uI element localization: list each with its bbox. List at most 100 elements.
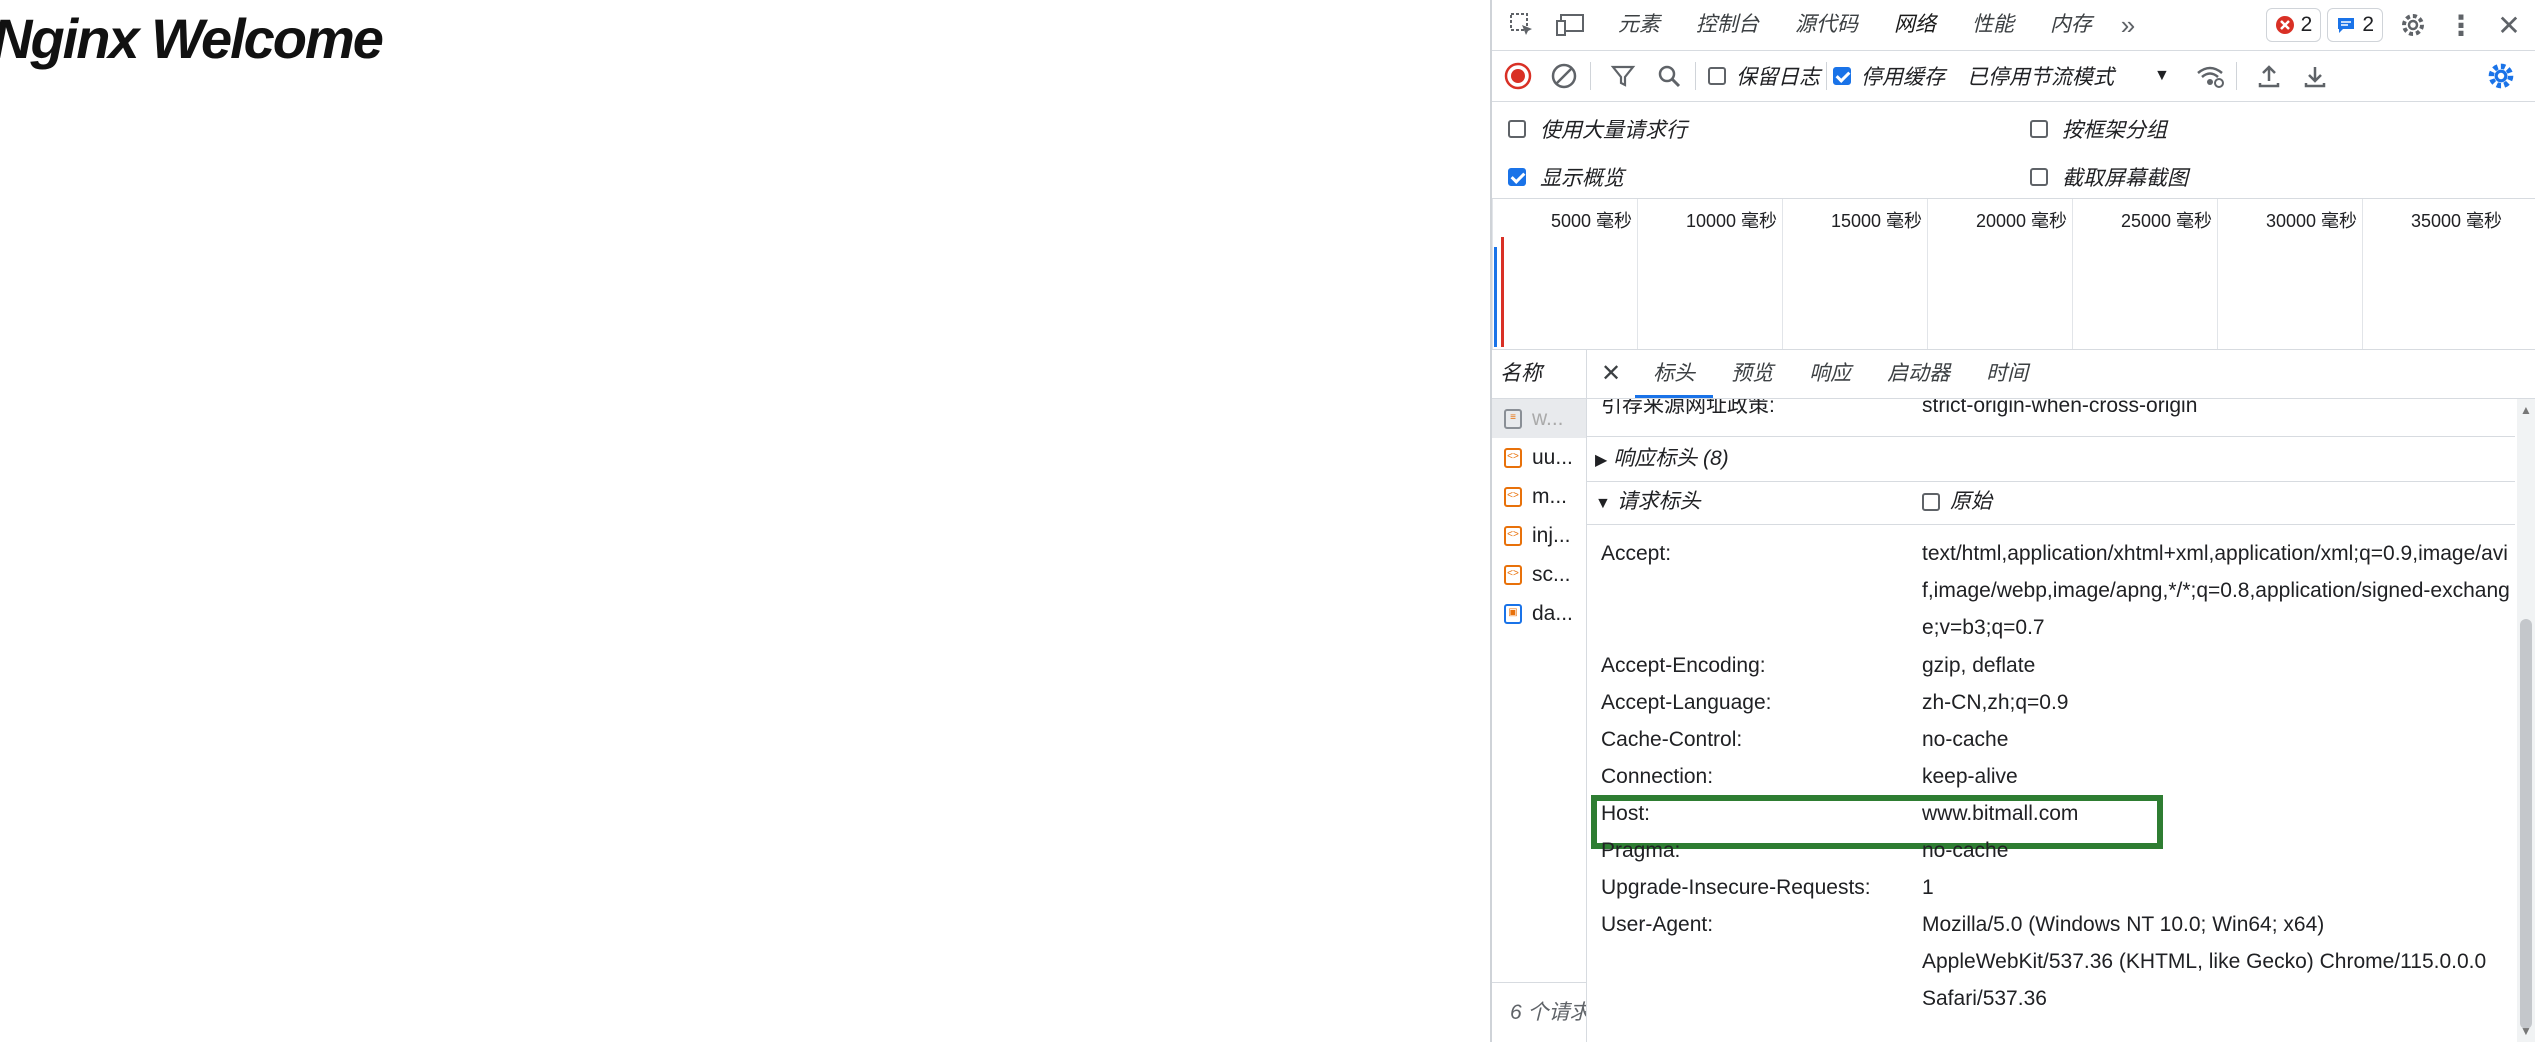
tab-memory[interactable]: 内存	[2032, 0, 2110, 50]
dropdown-arrow-icon: ▼	[2154, 67, 2170, 84]
search-icon[interactable]	[1649, 56, 1689, 96]
request-headers-section[interactable]: ▼ 请求标头 原始	[1587, 480, 2515, 525]
scroll-down-icon[interactable]: ▼	[2520, 1024, 2532, 1038]
devtools-panel: 元素 控制台 源代码 网络 性能 内存 » 2 2 ⋮ ✕ 保留日志 停用缓存 …	[1490, 0, 2535, 1042]
network-settings-gear-icon[interactable]	[2481, 56, 2521, 96]
preserve-log-box[interactable]	[1708, 67, 1726, 85]
more-options-icon[interactable]: ⋮	[2443, 7, 2479, 43]
large-rows-box[interactable]	[1508, 120, 1526, 138]
load-marker-red	[1501, 237, 1504, 347]
tab-timing[interactable]: 时间	[1968, 350, 2046, 398]
tab-performance[interactable]: 性能	[1954, 0, 2032, 50]
network-split-view: 名称 ≡ w... <> uu... <> m... <> inj... <> sc...…	[1492, 350, 2535, 1042]
tab-headers[interactable]: 标头	[1635, 350, 1714, 398]
header-value: gzip, deflate	[1922, 654, 2036, 677]
close-detail-icon[interactable]: ✕	[1587, 350, 1635, 398]
detail-scrollbar[interactable]: ▲ ▼	[2517, 399, 2535, 1042]
load-marker-blue	[1494, 247, 1497, 347]
request-row[interactable]: ▣ da...	[1492, 594, 1586, 633]
tab-elements[interactable]: 元素	[1600, 0, 1678, 50]
header-value: keep-alive	[1922, 765, 2018, 788]
header-row: Accept: text/html,application/xhtml+xml,…	[1601, 535, 2515, 646]
expanded-arrow-icon: ▼	[1595, 495, 1611, 512]
request-row[interactable]: <> sc...	[1492, 555, 1586, 594]
script-icon: <>	[1504, 486, 1522, 507]
device-toolbar-icon[interactable]	[1552, 7, 1588, 43]
script-icon: <>	[1504, 564, 1522, 585]
scrollbar-thumb[interactable]	[2520, 619, 2532, 1029]
header-key: Cache-Control:	[1601, 728, 1743, 751]
throttle-select[interactable]: 已停用节流模式 ▼	[1967, 61, 2170, 91]
show-overview-checkbox[interactable]: 显示概览	[1508, 162, 1624, 192]
raw-box[interactable]	[1922, 493, 1940, 511]
header-key: Accept-Encoding:	[1601, 654, 1766, 677]
network-conditions-icon[interactable]	[2190, 56, 2230, 96]
page-heading: Nginx Welcome	[0, 7, 384, 70]
header-key: Accept-Language:	[1601, 691, 1772, 714]
raw-checkbox[interactable]: 原始	[1922, 480, 1992, 524]
clear-icon[interactable]	[1544, 56, 1584, 96]
show-overview-box[interactable]	[1508, 168, 1526, 186]
web-page: Nginx Welcome	[0, 0, 1490, 1042]
scroll-up-icon[interactable]: ▲	[2520, 403, 2532, 417]
tab-response[interactable]: 响应	[1791, 350, 1869, 398]
capture-screenshots-box[interactable]	[2030, 168, 2048, 186]
network-overview[interactable]: 5000 毫秒 10000 毫秒 15000 毫秒 20000 毫秒 25000…	[1492, 199, 2535, 350]
tab-preview[interactable]: 预览	[1713, 350, 1791, 398]
disable-cache-box[interactable]	[1833, 67, 1851, 85]
large-rows-checkbox[interactable]: 使用大量请求行	[1508, 114, 1687, 144]
request-row[interactable]: <> m...	[1492, 477, 1586, 516]
import-har-icon[interactable]	[2249, 56, 2289, 96]
error-badge[interactable]: 2	[2265, 8, 2322, 42]
request-row[interactable]: <> inj...	[1492, 516, 1586, 555]
network-options: 使用大量请求行 按框架分组 显示概览 截取屏幕截图	[1492, 102, 2535, 199]
message-badge[interactable]: 2	[2327, 8, 2383, 42]
overview-tick: 20000 毫秒	[1927, 199, 2073, 349]
names-header[interactable]: 名称	[1492, 350, 1586, 399]
data-image-icon: ▣	[1504, 603, 1522, 624]
header-value: text/html,application/xhtml+xml,applicat…	[1922, 542, 2510, 639]
collapsed-arrow-icon: ▶	[1595, 452, 1608, 469]
network-toolbar: 保留日志 停用缓存 已停用节流模式 ▼	[1492, 51, 2535, 102]
document-icon: ≡	[1504, 408, 1522, 429]
group-by-frame-checkbox[interactable]: 按框架分组	[2030, 114, 2167, 144]
capture-screenshots-checkbox[interactable]: 截取屏幕截图	[2030, 162, 2188, 192]
tab-network[interactable]: 网络	[1876, 0, 1954, 50]
settings-gear-icon[interactable]	[2395, 7, 2431, 43]
header-value: no-cache	[1922, 839, 2009, 862]
request-detail: ✕ 标头 预览 响应 启动器 时间 引荐来源网址政策: strict-origi…	[1587, 350, 2535, 1042]
message-count: 2	[2362, 13, 2374, 36]
overview-tick: 5000 毫秒	[1492, 199, 1638, 349]
request-headers-label: 请求标头	[1616, 490, 1701, 513]
capture-screenshots-label: 截取屏幕截图	[2062, 167, 2188, 190]
response-headers-section[interactable]: ▶ 响应标头 (8)	[1587, 436, 2515, 482]
request-count-footer: 6 个请求	[1492, 982, 1586, 1042]
disable-cache-label: 停用缓存	[1861, 66, 1945, 89]
header-row: 引荐来源网址政策: strict-origin-when-cross-origi…	[1601, 399, 2515, 424]
filter-icon[interactable]	[1603, 56, 1643, 96]
overview-tick: 15000 毫秒	[1782, 199, 1928, 349]
show-overview-label: 显示概览	[1540, 167, 1624, 190]
header-value: zh-CN,zh;q=0.9	[1922, 691, 2069, 714]
close-devtools-icon[interactable]: ✕	[2491, 7, 2527, 43]
group-by-frame-box[interactable]	[2030, 120, 2048, 138]
request-row[interactable]: ≡ w...	[1492, 399, 1586, 438]
script-icon: <>	[1504, 525, 1522, 546]
throttle-value: 已停用节流模式	[1967, 66, 2114, 89]
header-key: Pragma:	[1601, 839, 1681, 862]
tab-sources[interactable]: 源代码	[1777, 0, 1876, 50]
tab-initiator[interactable]: 启动器	[1869, 350, 1968, 398]
disable-cache-checkbox[interactable]: 停用缓存	[1833, 61, 1945, 91]
preserve-log-checkbox[interactable]: 保留日志	[1708, 61, 1820, 91]
export-har-icon[interactable]	[2295, 56, 2335, 96]
request-row[interactable]: <> uu...	[1492, 438, 1586, 477]
response-headers-label: 响应标头 (8)	[1613, 447, 1729, 470]
inspect-element-icon[interactable]	[1504, 7, 1540, 43]
overview-tick: 30000 毫秒	[2217, 199, 2363, 349]
overview-tick: 25000 毫秒	[2072, 199, 2218, 349]
devtools-tabbar: 元素 控制台 源代码 网络 性能 内存 » 2 2 ⋮ ✕	[1492, 0, 2535, 51]
more-tabs-icon[interactable]: »	[2110, 7, 2146, 43]
tab-console[interactable]: 控制台	[1678, 0, 1777, 50]
record-stop-icon[interactable]	[1498, 56, 1538, 96]
header-value: 1	[1922, 876, 1934, 899]
